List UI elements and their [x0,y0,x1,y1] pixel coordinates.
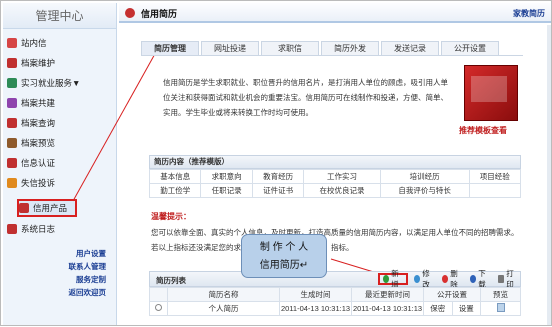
page-title: 信用简历 [141,9,178,19]
edit-icon [414,275,421,283]
tab-url-submit[interactable]: 网址投递 [201,41,259,55]
window: 管理中心 站内信 档案维护 实习就业服务▼ 档案共建 档案查询 档案预览 信息认… [0,0,552,326]
print-button[interactable]: 打印 [496,269,520,289]
col-name: 简历名称 [167,287,280,302]
table-row: 个人简历 2011-04-13 10:31:13 2011-04-13 10:3… [149,301,521,316]
content-cell[interactable]: 教育经历 [251,169,305,184]
col-select [149,287,168,302]
home-icon [125,8,135,18]
delete-button[interactable]: 删除 [440,269,464,289]
content-cell[interactable]: 基本信息 [148,169,202,184]
tab-bar: 简历管理 网址投递 求职信 简历外发 发送记录 公开设置 [141,41,501,55]
list-title: 简历列表 [156,276,186,285]
add-icon [383,275,390,283]
content-cell[interactable]: 在校优良记录 [303,183,381,198]
col-preview: 预览 [480,287,521,302]
list-toolbar: 新增 修改 删除 下载 打印 [378,269,520,289]
template-view-link[interactable]: 推荐模板查看 [459,125,507,136]
tips-label: 温馨提示： [151,212,191,221]
resume-book-image [464,65,518,121]
delete-icon [442,275,449,283]
print-icon [498,275,505,283]
content-cell[interactable]: 项目经验 [468,169,521,184]
tab-resume-send[interactable]: 简历外发 [321,41,379,55]
title-bar: 信用简历 家教简历 [119,3,551,23]
tab-send-record[interactable]: 发送记录 [381,41,439,55]
created-time: 2011-04-13 10:31:13 [279,301,352,316]
edit-button[interactable]: 修改 [412,269,436,289]
content-cell[interactable]: 求职意向 [200,169,253,184]
main-panel: 信用简历 家教简历 简历管理 网址投递 求职信 简历外发 发送记录 公开设置 信… [119,3,551,325]
intro-text: 信用简历是学生求职就业、职位晋升的信用名片，是打消用人单位的顾虑，吸引用人单位关… [163,78,448,117]
download-button[interactable]: 下载 [468,269,492,289]
preview-doc-icon[interactable] [496,303,505,312]
list-header-row: 简历名称 生成时间 最近更新时间 公开设置 预览 [149,287,521,302]
scrollbar[interactable] [547,25,551,325]
tab-resume-manage[interactable]: 简历管理 [141,41,199,55]
col-updated: 最近更新时间 [351,287,424,302]
content-cell[interactable]: 自我评价与特长 [379,183,470,198]
tab-cover-letter[interactable]: 求职信 [261,41,319,55]
content-cell[interactable]: 培训经历 [379,169,470,184]
new-button[interactable]: 新增 [378,269,408,289]
content-cell[interactable]: 工作实习 [303,169,381,184]
resume-list-table: 简历名称 生成时间 最近更新时间 公开设置 预览 个人简历 2011-04-13… [149,287,521,316]
download-icon [470,275,477,283]
updated-time: 2011-04-13 10:31:13 [351,301,424,316]
callout-line1: 制 作 个 人 [259,242,309,253]
tab-underline [141,55,523,56]
tips-text: 您可以依靠全面、真实的个人信息，及时更新，打造高质量的信用简历内容，以满足用人单… [151,228,519,252]
tutor-resume-link[interactable]: 家教简历 [513,8,545,19]
resume-name: 个人简历 [167,301,280,316]
tab-public-setting[interactable]: 公开设置 [441,41,499,55]
callout-line2: 信用简历↵ [259,260,309,271]
list-header: 简历列表 新增 修改 删除 下载 打印 [149,269,521,289]
callout-tooltip: 制 作 个 人 信用简历↵ [241,234,327,278]
content-cell[interactable]: 任职记录 [200,183,253,198]
row-radio[interactable] [155,304,162,311]
privacy-value: 保密 [423,301,453,316]
content-section-title: 简历内容（推荐模版） [149,155,521,169]
col-public: 公开设置 [423,287,481,302]
content-cell[interactable]: 证件证书 [251,183,305,198]
content-table: 基本信息 求职意向 教育经历 工作实习 培训经历 项目经验 勤工俭学 任职记录 … [148,169,521,198]
col-created: 生成时间 [279,287,352,302]
setting-link[interactable]: 设置 [451,301,481,316]
content-cell[interactable]: 勤工俭学 [148,183,202,198]
content-cell [468,183,521,198]
